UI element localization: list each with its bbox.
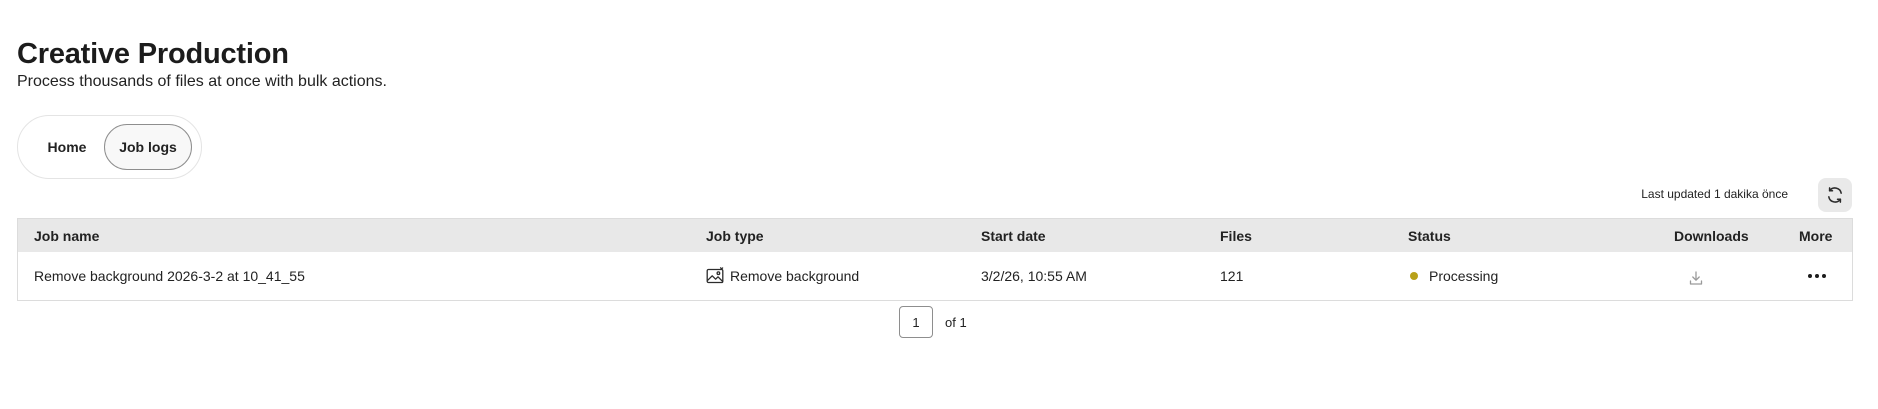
last-updated-text: Last updated 1 dakika önce: [1641, 187, 1788, 201]
job-logs-table: Job name Job type Start date Files Statu…: [17, 218, 1853, 301]
refresh-button[interactable]: [1818, 178, 1852, 212]
page: Creative Production Process thousands of…: [0, 0, 1878, 409]
column-header-downloads: Downloads: [1674, 227, 1749, 244]
start-date-cell: 3/2/26, 10:55 AM: [981, 268, 1087, 284]
refresh-icon: [1825, 185, 1845, 205]
column-header-start-date[interactable]: Start date: [981, 219, 1046, 252]
page-number-input[interactable]: [899, 306, 933, 338]
job-type-label: Remove background: [730, 268, 860, 284]
tab-group: Home Job logs: [17, 115, 202, 179]
column-header-more: More: [1799, 227, 1833, 244]
table-header: Job name Job type Start date Files Statu…: [18, 219, 1852, 252]
pagination: of 1: [899, 306, 967, 338]
page-total-label: of 1: [945, 314, 967, 330]
status-label: Processing: [1429, 268, 1499, 284]
files-count-cell: 121: [1220, 268, 1244, 284]
download-icon[interactable]: [1688, 270, 1704, 286]
column-header-status[interactable]: Status: [1408, 219, 1451, 252]
status-indicator-dot: [1410, 272, 1418, 280]
job-type-cell: Remove background: [706, 252, 859, 300]
more-icon[interactable]: [1807, 273, 1827, 279]
more-cell: [1799, 252, 1827, 300]
downloads-cell: [1674, 252, 1704, 300]
column-header-files[interactable]: Files: [1220, 219, 1252, 252]
column-header-job-type[interactable]: Job type: [706, 219, 764, 252]
tab-job-logs[interactable]: Job logs: [104, 124, 192, 170]
job-name-cell: Remove background 2026-3-2 at 10_41_55: [34, 268, 305, 284]
table-row[interactable]: Remove background 2026-3-2 at 10_41_55 R…: [18, 252, 1852, 300]
status-cell: Processing: [1408, 252, 1498, 300]
page-subtitle: Process thousands of files at once with …: [17, 73, 387, 90]
tab-home[interactable]: Home: [28, 124, 106, 170]
column-header-job-name[interactable]: Job name: [34, 219, 99, 252]
image-edit-icon: [706, 267, 724, 285]
page-title: Creative Production: [17, 38, 289, 70]
